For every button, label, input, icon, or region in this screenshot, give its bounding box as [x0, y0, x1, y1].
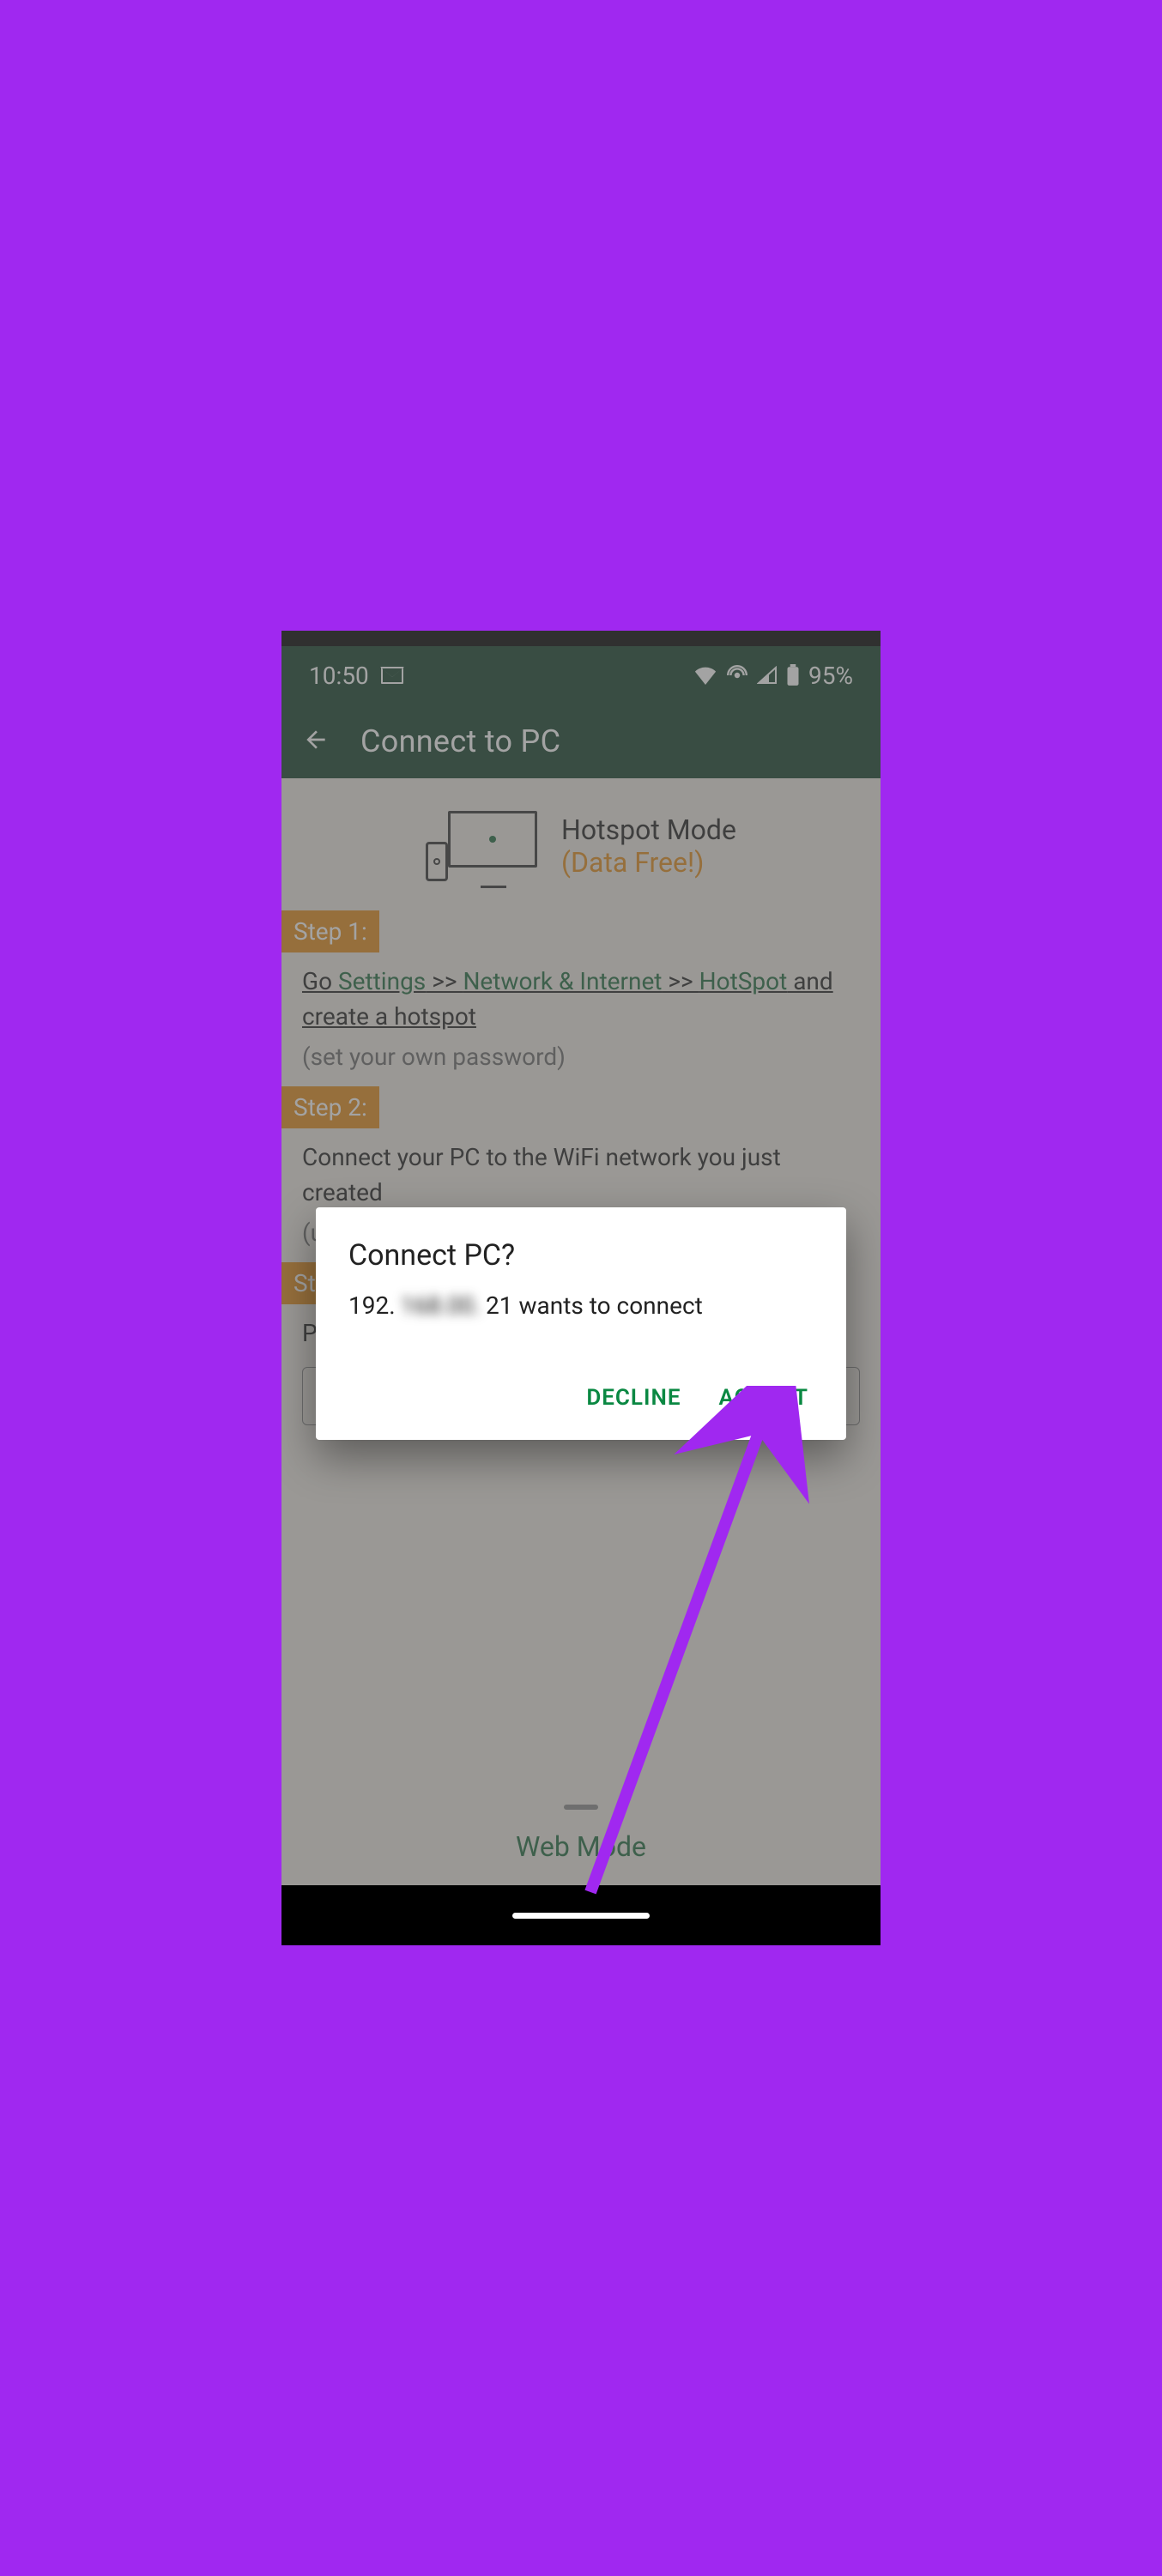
- wifi-icon: [693, 666, 717, 685]
- settings-link[interactable]: Settings: [338, 967, 426, 995]
- step-1-badge: Step 1:: [281, 910, 379, 952]
- step-1-sub: (set your own password): [302, 1043, 860, 1071]
- status-bar: 10:50 95%: [281, 646, 881, 704]
- gmail-icon: [381, 667, 403, 684]
- accept-button[interactable]: ACCEPT: [719, 1385, 808, 1411]
- status-time: 10:50: [309, 662, 369, 690]
- home-pill[interactable]: [512, 1913, 650, 1919]
- navigation-bar: [281, 1885, 881, 1945]
- hotspot-subtitle: (Data Free!): [561, 846, 736, 879]
- phone-screenshot: 10:50 95% Connect to PC: [276, 626, 886, 1950]
- step-1: Step 1: Go Settings >> Network & Interne…: [281, 910, 881, 1071]
- page-title: Connect to PC: [360, 723, 560, 759]
- decline-button[interactable]: DECLINE: [586, 1385, 681, 1411]
- step-1-instruction: Go Settings >> Network & Internet >> Hot…: [302, 964, 860, 1034]
- signal-icon: [757, 666, 778, 685]
- back-arrow-icon[interactable]: [302, 726, 330, 757]
- battery-percentage: 95%: [808, 662, 853, 690]
- hotspot-link[interactable]: HotSpot: [699, 967, 788, 995]
- top-black-bar: [281, 631, 881, 646]
- hotspot-mode-icon: [426, 811, 537, 881]
- hotspot-title: Hotspot Mode: [561, 813, 736, 846]
- dialog-message: 192.168.00.21 wants to connect: [348, 1291, 814, 1320]
- connect-pc-dialog: Connect PC? 192.168.00.21 wants to conne…: [316, 1207, 846, 1440]
- app-titlebar: Connect to PC: [281, 704, 881, 778]
- hotspot-header: Hotspot Mode (Data Free!): [281, 778, 881, 910]
- battery-icon: [786, 664, 800, 686]
- hotspot-icon: [726, 664, 748, 686]
- step-2-instruction: Connect your PC to the WiFi network you …: [302, 1140, 860, 1210]
- dialog-title: Connect PC?: [348, 1238, 814, 1273]
- ip-redacted: 168.00.: [396, 1291, 486, 1320]
- network-link[interactable]: Network & Internet: [463, 967, 662, 995]
- step-2-badge: Step 2:: [281, 1086, 379, 1128]
- web-mode-label[interactable]: Web Mode: [281, 1808, 881, 1885]
